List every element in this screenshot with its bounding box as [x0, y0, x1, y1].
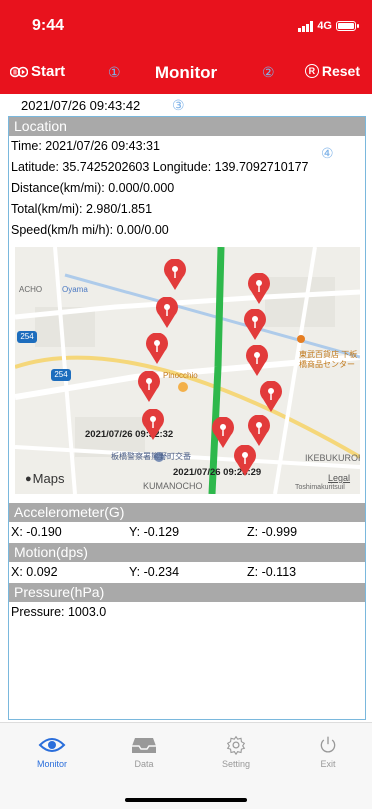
pressure-value: Pressure: 1003.0	[11, 605, 107, 619]
gear-icon	[226, 735, 246, 755]
reset-button[interactable]: R Reset	[304, 63, 360, 79]
location-total: Total(km/mi): 2.980/1.851	[11, 202, 153, 216]
map-label-acho: ACHO	[19, 285, 43, 294]
location-header: Location	[9, 117, 365, 136]
map-pin-icon[interactable]	[141, 409, 165, 441]
map-label-ikebukuro: IKEBUKUROHON	[305, 453, 360, 463]
map-pin-icon[interactable]	[233, 445, 257, 477]
map-pin-icon[interactable]	[163, 259, 187, 291]
tab-monitor-label: Monitor	[36, 759, 67, 769]
map-view[interactable]: ACHO Oyama 254 254 Pinocchio 東武百貨店 下板 橋商…	[15, 247, 360, 494]
power-icon	[320, 736, 336, 753]
motion-header: Motion(dps)	[9, 543, 365, 562]
motion-z: Z: -0.113	[247, 565, 297, 579]
map-label-police: 板橋警察署熊野町交番	[111, 452, 191, 461]
accelerometer-values: X: -0.190 Y: -0.129 Z: -0.999	[9, 522, 365, 543]
motion-values: X: 0.092 Y: -0.234 Z: -0.113	[9, 562, 365, 583]
motion-y: Y: -0.234	[129, 565, 180, 579]
tab-bar: Monitor Data Setting Exit	[0, 722, 372, 809]
map-pin-icon[interactable]	[211, 417, 235, 449]
tab-data[interactable]: Data	[114, 735, 174, 769]
tab-exit-label: Exit	[320, 759, 336, 769]
nav-bar: Start ① Monitor ② R Reset	[0, 52, 372, 94]
map-pin-icon[interactable]	[247, 273, 271, 305]
reset-label: Reset	[321, 63, 360, 79]
accelerometer-header: Accelerometer(G)	[9, 503, 365, 522]
tab-monitor[interactable]: Monitor	[22, 735, 82, 769]
accelerometer-z: Z: -0.999	[247, 525, 298, 539]
map-pin-icon[interactable]	[245, 345, 269, 377]
location-distance: Distance(km/mi): 0.000/0.000	[11, 181, 175, 195]
map-pin-icon[interactable]	[145, 333, 169, 365]
network-type: 4G	[317, 20, 332, 32]
tab-exit[interactable]: Exit	[298, 735, 358, 769]
annotation-marker-3: ③	[172, 97, 185, 113]
map-label-store-2: 橋商品センター	[299, 360, 355, 369]
map-pin-icon[interactable]	[259, 381, 283, 413]
signal-icon	[298, 20, 314, 32]
annotation-marker-2: ②	[262, 64, 275, 80]
location-time: Time: 2021/07/26 09:43:31	[11, 139, 160, 153]
map-label-kumano: KUMANOCHO	[143, 481, 203, 491]
tab-setting-label: Setting	[221, 759, 251, 769]
tab-setting[interactable]: Setting	[206, 735, 266, 769]
map-label-oyama: Oyama	[62, 285, 88, 294]
status-indicators: 4G	[298, 20, 359, 32]
status-time: 9:44	[32, 17, 65, 34]
pressure-header: Pressure(hPa)	[9, 583, 365, 602]
map-pin-icon[interactable]	[137, 371, 161, 403]
map-pin-icon[interactable]	[155, 297, 179, 329]
location-speed: Speed(km/h mi/h): 0.00/0.00	[11, 223, 169, 237]
accelerometer-y: Y: -0.129	[129, 525, 180, 539]
sensor-panel: Location Time: 2021/07/26 09:43:31 ④ Lat…	[8, 116, 366, 720]
location-latlon: Latitude: 35.7425202603 Longitude: 139.7…	[11, 160, 309, 174]
battery-icon	[336, 21, 359, 31]
route-badge-254-b: 254	[51, 369, 71, 381]
map-label-toshima: Toshimakuritsuil	[295, 484, 345, 491]
map-label-pinocchio: Pinocchio	[163, 371, 198, 380]
eye-icon	[38, 738, 66, 752]
motion-x: X: 0.092	[11, 565, 58, 579]
map-pin-icon[interactable]	[243, 309, 267, 341]
map-pin-icon[interactable]	[247, 415, 271, 447]
route-badge-254-a: 254	[17, 331, 37, 343]
start-label: Start	[31, 63, 66, 80]
current-datetime: 2021/07/26 09:43:42	[21, 98, 141, 113]
annotation-marker-4: ④	[321, 145, 334, 161]
accelerometer-x: X: -0.190	[11, 525, 62, 539]
play-pause-icon	[10, 66, 28, 77]
status-bar: 9:44 4G	[0, 0, 372, 52]
start-button[interactable]: Start	[10, 63, 65, 80]
annotation-marker-1: ①	[108, 64, 121, 80]
inbox-icon	[132, 738, 156, 753]
maps-brand: ● Maps	[25, 471, 65, 486]
apple-logo-icon: ●	[25, 472, 32, 485]
tab-data-label: Data	[134, 759, 154, 769]
legal-link[interactable]: Legal	[328, 473, 350, 483]
home-indicator	[125, 798, 247, 802]
reset-icon: R	[304, 64, 319, 78]
